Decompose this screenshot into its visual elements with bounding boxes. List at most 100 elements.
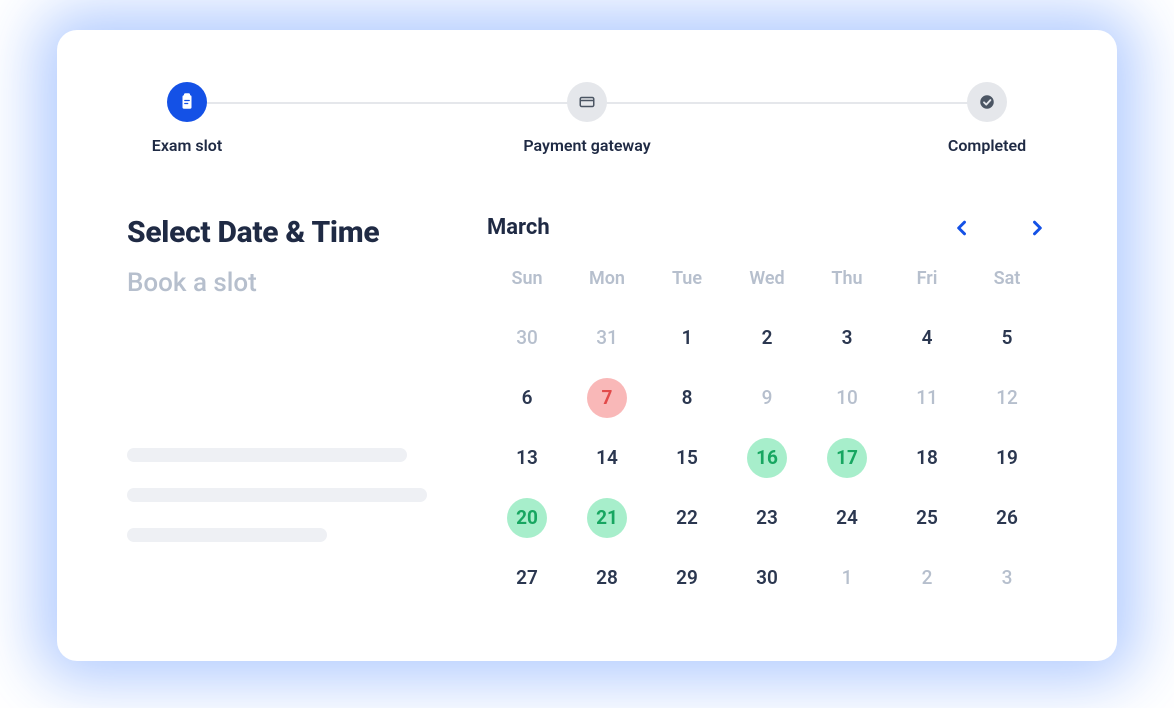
skeleton-line (127, 488, 427, 502)
calendar-day[interactable]: 10 (807, 375, 887, 421)
day-of-week-header: Tue (647, 268, 727, 301)
day-of-week-header: Thu (807, 268, 887, 301)
calendar-day-number: 3 (827, 318, 867, 358)
calendar-day[interactable]: 22 (647, 495, 727, 541)
calendar-day-number: 21 (587, 498, 627, 538)
calendar-day-number: 13 (507, 438, 547, 478)
calendar-day-number: 31 (587, 318, 627, 358)
calendar-day[interactable]: 9 (727, 375, 807, 421)
calendar-day[interactable]: 23 (727, 495, 807, 541)
calendar-day[interactable]: 14 (567, 435, 647, 481)
calendar-day[interactable]: 2 (727, 315, 807, 361)
calendar-day[interactable]: 20 (487, 495, 567, 541)
calendar-day-number: 1 (827, 558, 867, 598)
calendar-day[interactable]: 1 (647, 315, 727, 361)
left-panel: Select Date & Time Book a slot (127, 215, 447, 601)
calendar-day-number: 14 (587, 438, 627, 478)
calendar-day-number: 24 (827, 498, 867, 538)
calendar-day-number: 30 (747, 558, 787, 598)
calendar-day[interactable]: 5 (967, 315, 1047, 361)
calendar-day-number: 2 (747, 318, 787, 358)
calendar-day[interactable]: 30 (487, 315, 567, 361)
day-of-week-header: Wed (727, 268, 807, 301)
chevron-right-icon (1027, 218, 1047, 238)
step-label: Payment gateway (523, 136, 650, 155)
calendar-day[interactable]: 7 (567, 375, 647, 421)
calendar-day[interactable]: 2 (887, 555, 967, 601)
calendar-day-number: 8 (667, 378, 707, 418)
calendar-day[interactable]: 16 (727, 435, 807, 481)
calendar-day-number: 26 (987, 498, 1027, 538)
calendar-day-number: 6 (507, 378, 547, 418)
calendar-day-number: 5 (987, 318, 1027, 358)
clipboard-icon (167, 82, 207, 122)
calendar-day-number: 25 (907, 498, 947, 538)
calendar: March SunMonTueWedThuFriSat3031123456789… (487, 215, 1047, 601)
prev-month-button[interactable] (952, 218, 972, 238)
calendar-day[interactable]: 13 (487, 435, 567, 481)
calendar-day-number: 12 (987, 378, 1027, 418)
calendar-day-number: 17 (827, 438, 867, 478)
calendar-day[interactable]: 25 (887, 495, 967, 541)
calendar-day[interactable]: 6 (487, 375, 567, 421)
card-icon (567, 82, 607, 122)
calendar-day-number: 22 (667, 498, 707, 538)
calendar-day[interactable]: 21 (567, 495, 647, 541)
calendar-day[interactable]: 31 (567, 315, 647, 361)
calendar-day-number: 11 (907, 378, 947, 418)
calendar-header: March (487, 215, 1047, 240)
day-of-week-header: Mon (567, 268, 647, 301)
skeleton-line (127, 528, 327, 542)
booking-card: Exam slot Payment gateway Completed Sele… (57, 30, 1117, 661)
calendar-day[interactable]: 4 (887, 315, 967, 361)
day-of-week-header: Fri (887, 268, 967, 301)
main-content: Select Date & Time Book a slot March Sun… (127, 215, 1047, 601)
calendar-day[interactable]: 28 (567, 555, 647, 601)
calendar-day[interactable]: 17 (807, 435, 887, 481)
calendar-day[interactable]: 15 (647, 435, 727, 481)
calendar-day-number: 15 (667, 438, 707, 478)
calendar-nav (952, 218, 1047, 238)
step-exam-slot[interactable]: Exam slot (127, 82, 247, 155)
calendar-day[interactable]: 1 (807, 555, 887, 601)
page-subtitle: Book a slot (127, 268, 447, 298)
step-completed[interactable]: Completed (927, 82, 1047, 155)
calendar-grid: SunMonTueWedThuFriSat3031123456789101112… (487, 268, 1047, 601)
check-icon (967, 82, 1007, 122)
calendar-day-number: 1 (667, 318, 707, 358)
next-month-button[interactable] (1027, 218, 1047, 238)
calendar-day-number: 10 (827, 378, 867, 418)
calendar-day-number: 16 (747, 438, 787, 478)
calendar-day-number: 3 (987, 558, 1027, 598)
calendar-day[interactable]: 12 (967, 375, 1047, 421)
calendar-day-number: 18 (907, 438, 947, 478)
calendar-month: March (487, 215, 550, 240)
calendar-day[interactable]: 19 (967, 435, 1047, 481)
calendar-day[interactable]: 11 (887, 375, 967, 421)
calendar-day-number: 2 (907, 558, 947, 598)
calendar-day[interactable]: 8 (647, 375, 727, 421)
day-of-week-header: Sat (967, 268, 1047, 301)
calendar-day-number: 7 (587, 378, 627, 418)
calendar-day-number: 4 (907, 318, 947, 358)
calendar-day[interactable]: 24 (807, 495, 887, 541)
calendar-day-number: 20 (507, 498, 547, 538)
day-of-week-header: Sun (487, 268, 567, 301)
calendar-day[interactable]: 3 (967, 555, 1047, 601)
step-label: Completed (948, 136, 1026, 155)
calendar-day-number: 9 (747, 378, 787, 418)
step-label: Exam slot (152, 136, 222, 155)
calendar-day-number: 29 (667, 558, 707, 598)
calendar-day-number: 19 (987, 438, 1027, 478)
calendar-day[interactable]: 30 (727, 555, 807, 601)
calendar-day-number: 27 (507, 558, 547, 598)
calendar-day-number: 28 (587, 558, 627, 598)
step-payment-gateway[interactable]: Payment gateway (523, 82, 650, 155)
calendar-day[interactable]: 29 (647, 555, 727, 601)
calendar-day[interactable]: 3 (807, 315, 887, 361)
calendar-day[interactable]: 26 (967, 495, 1047, 541)
page-title: Select Date & Time (127, 215, 447, 250)
calendar-day-number: 23 (747, 498, 787, 538)
calendar-day[interactable]: 18 (887, 435, 967, 481)
calendar-day[interactable]: 27 (487, 555, 567, 601)
